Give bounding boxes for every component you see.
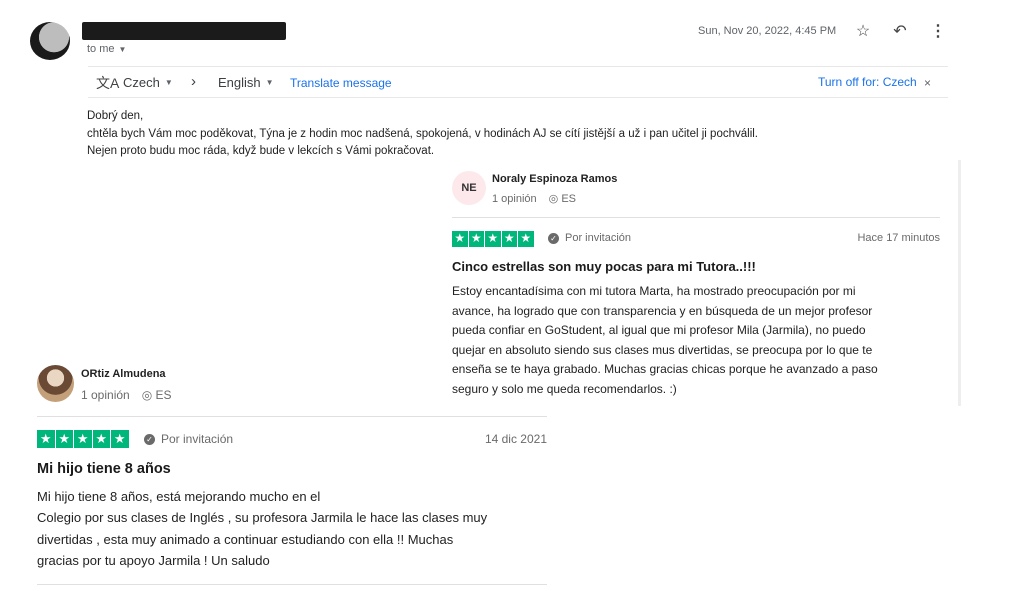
- reviewer-avatar: [37, 365, 74, 402]
- chevron-down-icon: ▼: [265, 78, 274, 87]
- email-line: Nejen proto budu moc ráda, když bude v l…: [87, 145, 435, 157]
- reviewer-country: ◎ ES: [549, 192, 576, 205]
- rating-star-icon: ★: [501, 231, 517, 247]
- star-rating: ★ ★ ★ ★ ★: [37, 430, 129, 448]
- rating-star-icon: ★: [485, 231, 501, 247]
- verification-badge[interactable]: ✓ Por invitación: [144, 432, 233, 446]
- rating-star-icon: ★: [452, 231, 468, 247]
- redacted-sender-name: [82, 22, 286, 40]
- reviewer-name[interactable]: ORtiz Almudena: [81, 368, 166, 380]
- source-language-label: Czech: [123, 75, 160, 90]
- email-line: Dobrý den,: [87, 110, 144, 122]
- review-line: gracias por tu apoyo Jarmila ! Un saludo: [37, 552, 270, 568]
- reviewer-meta: 1 opinión ◎ ES: [492, 192, 576, 206]
- rating-star-icon: ★: [55, 430, 73, 448]
- translate-icon: 文A: [96, 75, 120, 91]
- star-rating: ★ ★ ★ ★ ★: [452, 231, 534, 247]
- location-pin-icon: ◎: [548, 193, 559, 205]
- reply-icon[interactable]: ↶: [889, 20, 911, 42]
- rating-star-icon: ★: [518, 231, 534, 247]
- reviewer-name[interactable]: Noraly Espinoza Ramos: [492, 173, 617, 185]
- source-language-dropdown[interactable]: Czech ▼: [123, 75, 173, 90]
- turn-off-translation-link[interactable]: Turn off for: Czech: [818, 75, 917, 89]
- review-line: quejar en absoluto siendo sus clases mus…: [452, 342, 873, 357]
- scrollbar[interactable]: [958, 160, 961, 406]
- close-icon[interactable]: ×: [924, 76, 931, 90]
- opinion-count: 1 opinión: [492, 192, 537, 205]
- review-line: Estoy encantadísima con mi tutora Marta,…: [452, 284, 856, 298]
- email-body: Dobrý den, chtěla bych Vám moc poděkovat…: [87, 108, 758, 161]
- review-date: 14 dic 2021: [484, 432, 547, 446]
- review-title[interactable]: Mi hijo tiene 8 años: [37, 461, 547, 477]
- translate-bar: 文A Czech ▼ › English ▼ Translate message…: [88, 66, 948, 98]
- review-title[interactable]: Cinco estrellas son muy pocas para mi Tu…: [452, 259, 940, 274]
- chevron-down-icon: ▼: [118, 44, 127, 54]
- review-date: Hace 17 minutos: [857, 232, 940, 244]
- review-text: Mi hijo tiene 8 años, está mejorando muc…: [37, 486, 547, 571]
- country-code: ES: [561, 193, 577, 205]
- recipient-dropdown[interactable]: to me ▼: [87, 43, 126, 55]
- reviewer-meta: 1 opinión ◎ ES: [81, 388, 172, 402]
- check-icon: ✓: [548, 232, 559, 244]
- email-line: chtěla bych Vám moc poděkovat, Týna je z…: [87, 127, 758, 140]
- review-line: pueda confiar en GoStudent, al igual que…: [452, 323, 866, 337]
- rating-star-icon: ★: [468, 231, 484, 247]
- target-language-dropdown[interactable]: English ▼: [218, 75, 274, 90]
- sender-avatar[interactable]: [30, 22, 70, 60]
- more-icon[interactable]: ⋮: [927, 20, 949, 42]
- country-code: ES: [155, 388, 172, 402]
- opinion-count: 1 opinión: [81, 388, 130, 402]
- rating-star-icon: ★: [92, 430, 110, 448]
- review-line: avance, ha logrado que con transparencia…: [452, 303, 873, 318]
- invite-label: Por invitación: [565, 232, 632, 244]
- target-language-label: English: [218, 75, 261, 90]
- email-date: Sun, Nov 20, 2022, 4:45 PM: [698, 25, 837, 37]
- invite-label: Por invitación: [161, 432, 234, 446]
- rating-star-icon: ★: [111, 430, 129, 448]
- review-line: Colegio por sus clases de Inglés , su pr…: [37, 510, 488, 526]
- translate-message-link[interactable]: Translate message: [290, 76, 392, 90]
- chevron-down-icon: ▼: [164, 78, 173, 87]
- reviewer-country: ◎ ES: [142, 388, 172, 402]
- recipient-label: to me: [87, 43, 115, 55]
- verification-badge[interactable]: ✓ Por invitación: [548, 232, 631, 244]
- star-icon[interactable]: ☆: [852, 20, 874, 42]
- rating-star-icon: ★: [74, 430, 92, 448]
- rating-star-icon: ★: [37, 430, 55, 448]
- review-line: divertidas , esta muy animado a continua…: [37, 531, 454, 547]
- reviewer-avatar: NE: [452, 171, 486, 205]
- divider: [37, 584, 547, 586]
- chevron-right-icon: ›: [191, 73, 196, 90]
- location-pin-icon: ◎: [141, 388, 153, 402]
- check-icon: ✓: [144, 433, 155, 445]
- review-card: ORtiz Almudena 1 opinión ◎ ES ★ ★ ★ ★ ★ ✓ Po…: [37, 363, 547, 586]
- review-line: Mi hijo tiene 8 años, está mejorando muc…: [37, 489, 321, 504]
